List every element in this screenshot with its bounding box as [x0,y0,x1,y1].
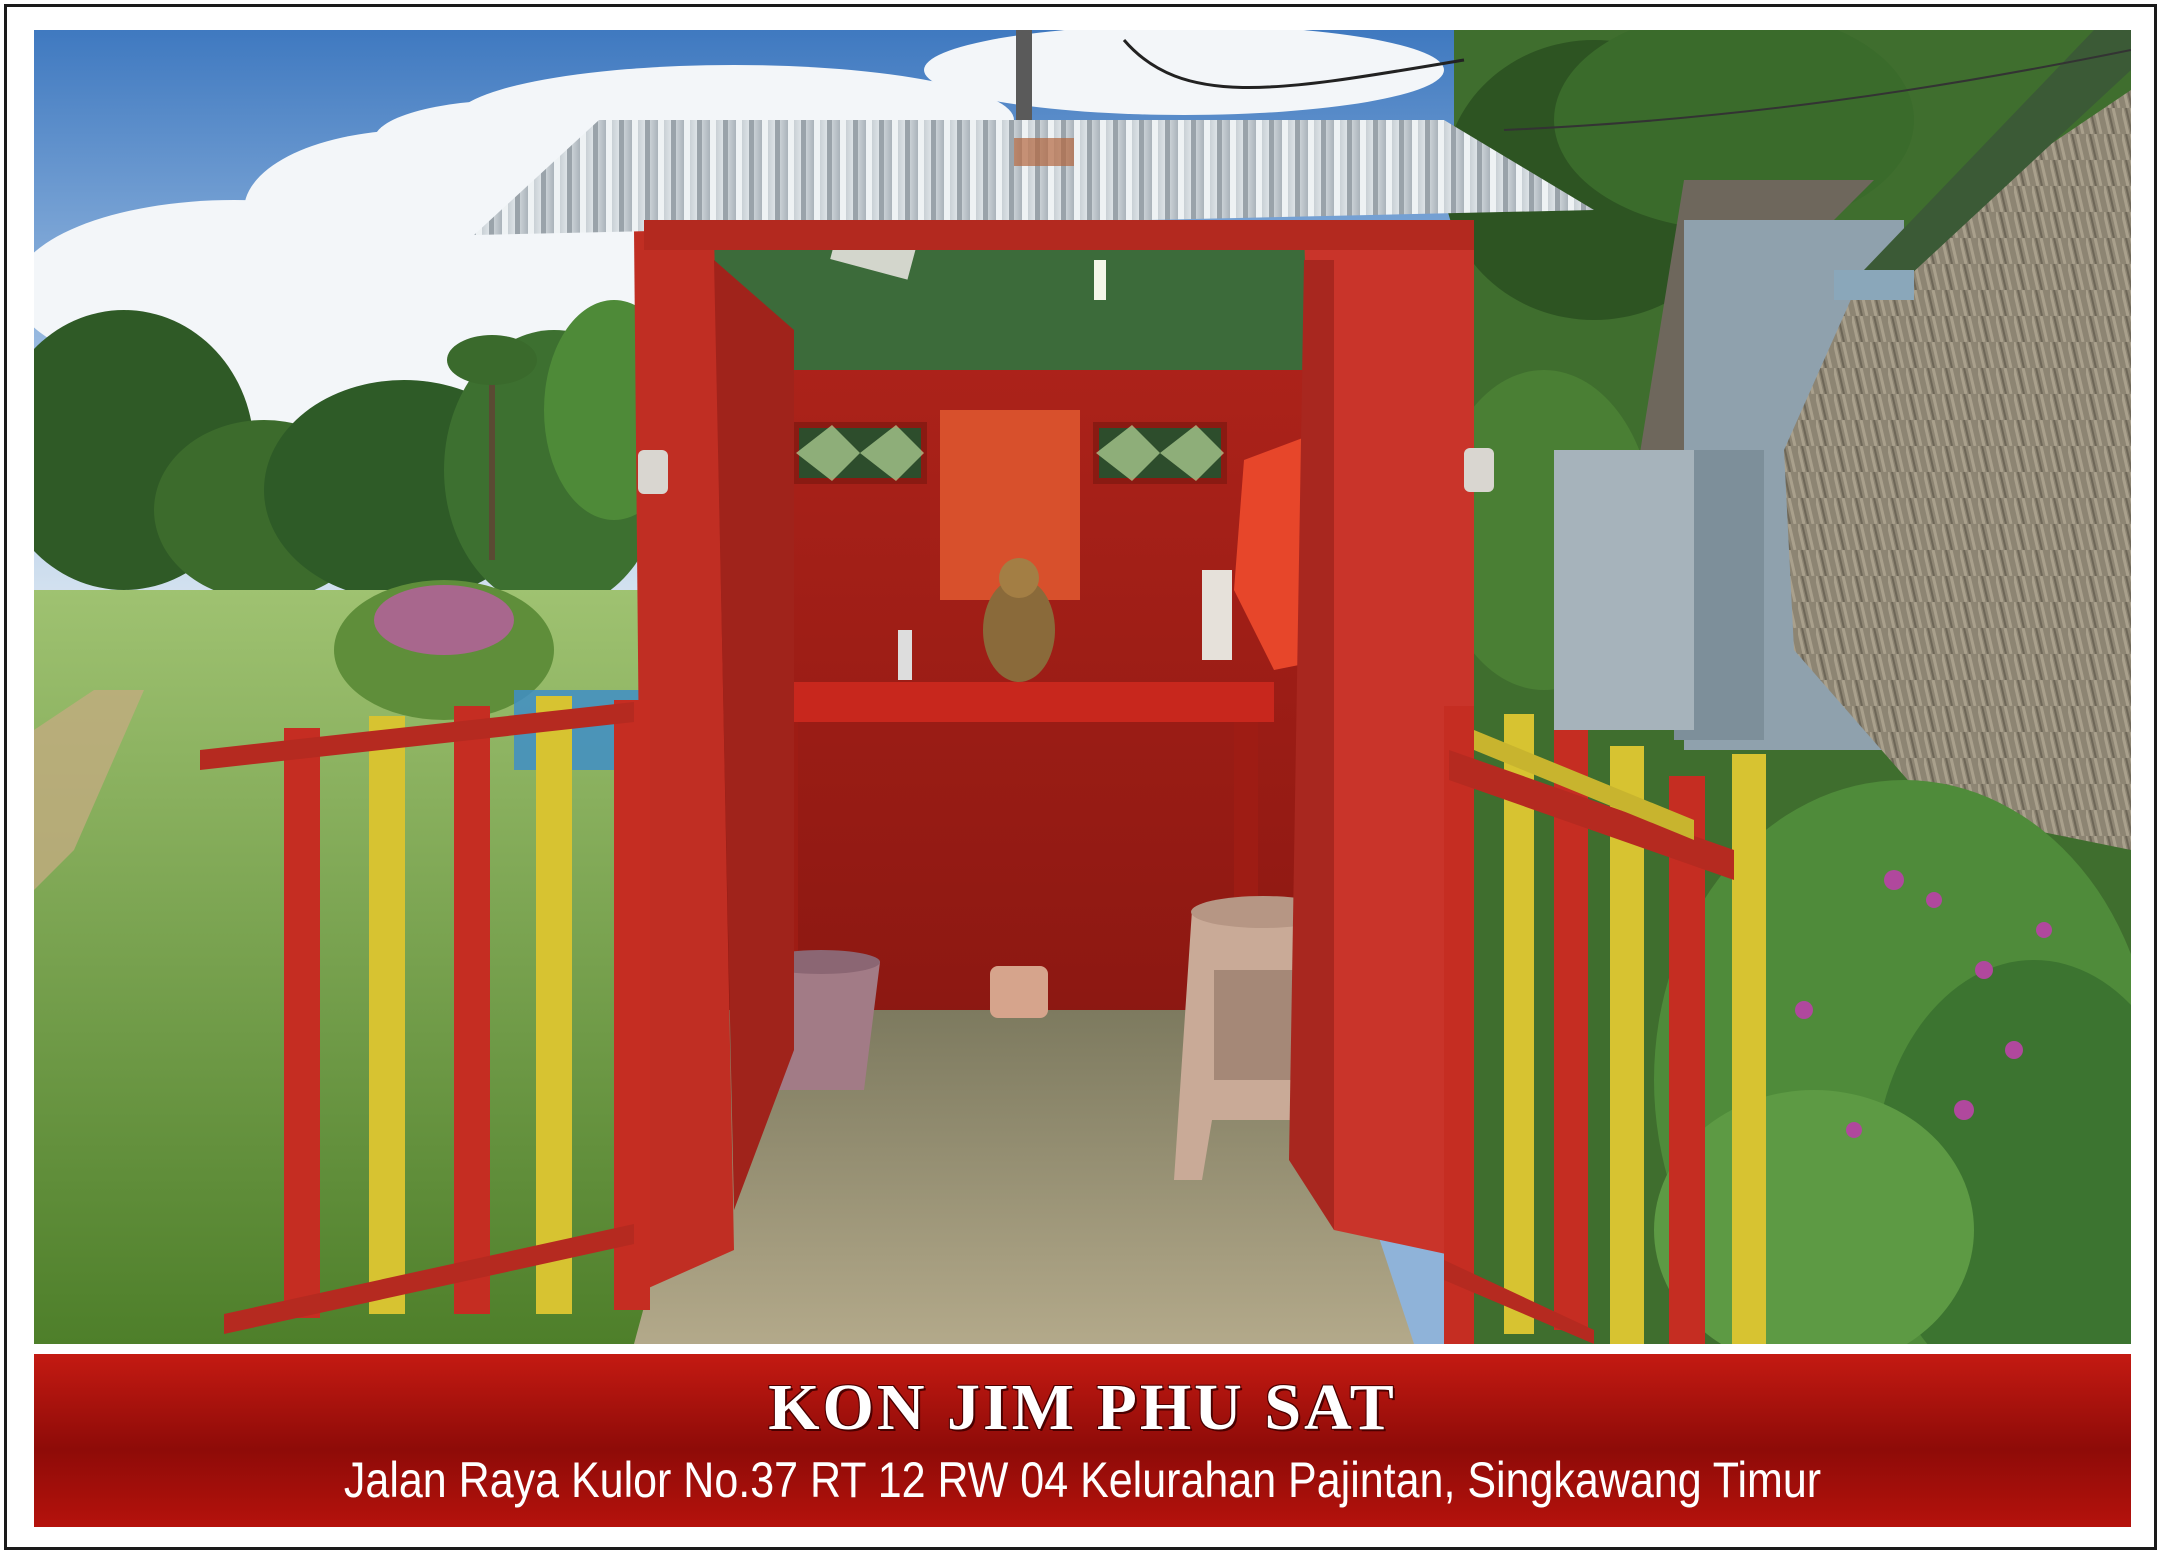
ceiling-light [1094,260,1106,300]
altar-top [764,682,1274,722]
caption-address: Jalan Raya Kulor No.37 RT 12 RW 04 Kelur… [343,1452,1822,1508]
wall-lamp-left [638,450,668,494]
pipe [1834,270,1914,300]
incense-pot [990,966,1048,1018]
shrine-photo [34,30,2131,1344]
shrine-scene [34,30,2131,1344]
wall-lamp-right [1464,448,1494,492]
caption-band: KON JIM PHU SAT Jalan Raya Kulor No.37 R… [34,1354,2131,1527]
caption-title: KON JIM PHU SAT [768,1371,1397,1444]
